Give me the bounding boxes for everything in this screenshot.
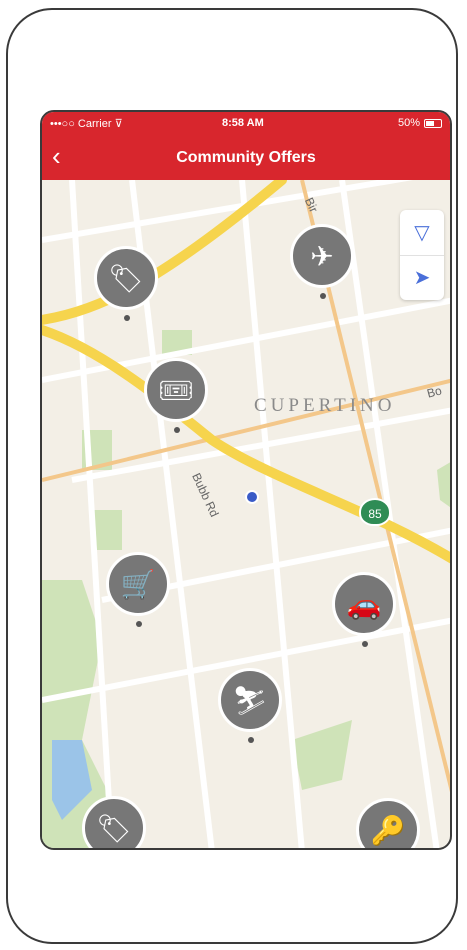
pin-anchor [362, 641, 368, 647]
key-icon: 🔑 [370, 814, 406, 846]
battery-percent: 50% [397, 117, 420, 129]
shopping-cart-icon: 🛒 [120, 568, 156, 600]
highway-shield: 85 [359, 498, 391, 526]
pin-anchor [124, 315, 130, 321]
status-bar: •••○○ Carrier ⊽ 8:58 AM 50% [42, 112, 450, 136]
battery-icon [424, 119, 442, 128]
city-label: CUPERTINO [254, 395, 396, 416]
tickets-icon: 🎟 [158, 374, 194, 406]
clothing-tag-icon: 🏷 [108, 262, 144, 294]
airplane-icon: ✈ [310, 240, 334, 272]
location-arrow-icon[interactable]: ➤ [400, 255, 444, 300]
park-area [437, 462, 450, 508]
park-area [292, 720, 352, 790]
tickets-pin[interactable]: 🎟 [144, 358, 208, 433]
current-location-dot [245, 490, 259, 504]
filter-icon[interactable]: ▽ [400, 210, 444, 256]
map-view[interactable]: CUPERTINO Bubb Rd Bir Bo 85 ▽ ➤ 🏷 ✈ 🎟 🛒 … [42, 180, 450, 848]
shopping-cart-pin[interactable]: 🛒 [106, 552, 170, 627]
nav-bar: ‹ Community Offers [42, 136, 450, 180]
status-time: 8:58 AM [222, 117, 264, 129]
key-pin[interactable]: 🔑 [356, 798, 420, 848]
ski-pin[interactable]: ⛷ [218, 668, 282, 743]
ski-icon: ⛷ [232, 684, 268, 716]
pin-anchor [320, 293, 326, 299]
car-pin[interactable]: 🚗 [332, 572, 396, 647]
pin-anchor [248, 737, 254, 743]
map-controls: ▽ ➤ [400, 210, 444, 300]
carrier-label: •••○○ Carrier ⊽ [50, 118, 123, 130]
clothing-tag-icon: 🏷 [96, 812, 132, 844]
clothing-tag-pin[interactable]: 🏷 [94, 246, 158, 321]
car-icon: 🚗 [346, 588, 382, 620]
app-screen: •••○○ Carrier ⊽ 8:58 AM 50% ‹ Community … [40, 110, 452, 850]
clothing-tag-pin-2[interactable]: 🏷 [82, 796, 146, 848]
airplane-pin[interactable]: ✈ [290, 224, 354, 299]
page-title: Community Offers [176, 149, 316, 166]
pin-anchor [136, 621, 142, 627]
pin-anchor [174, 427, 180, 433]
